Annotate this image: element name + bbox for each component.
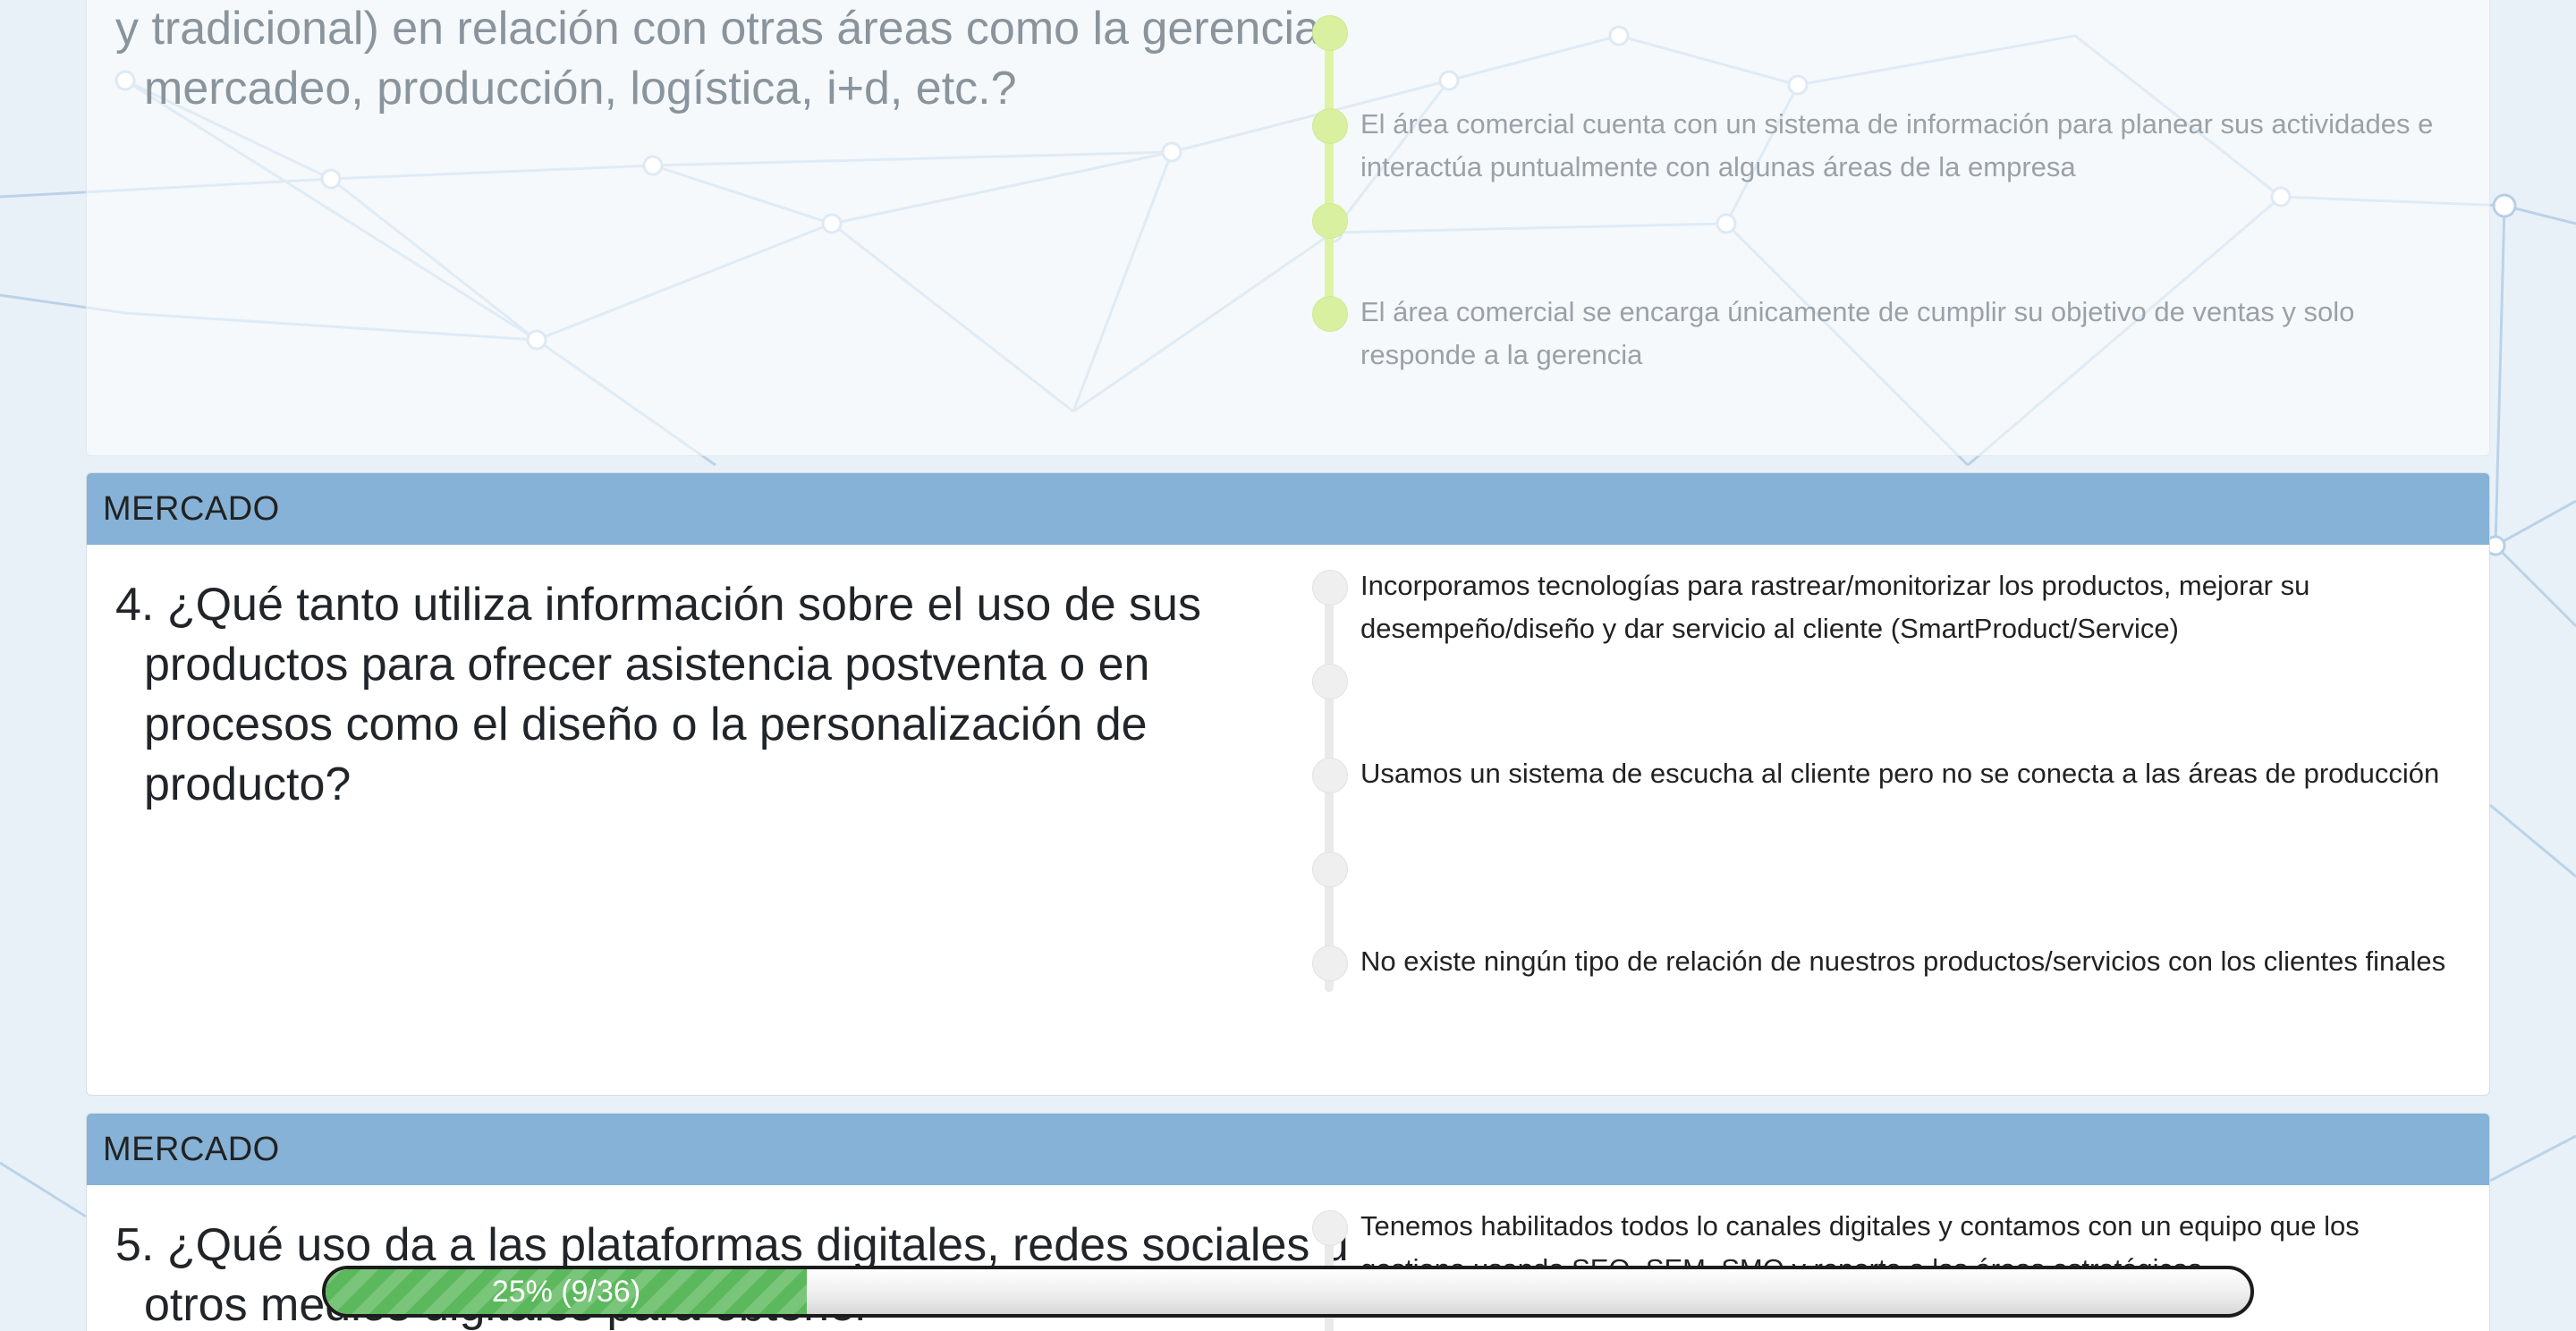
option-knob-selected[interactable] bbox=[1312, 203, 1348, 239]
option-knob[interactable] bbox=[1312, 945, 1348, 981]
option-label[interactable]: Usamos un sistema de escucha al cliente … bbox=[1360, 752, 2452, 795]
option-knob[interactable] bbox=[1312, 15, 1348, 51]
answer-options: El área comercial cuenta con un sistema … bbox=[1312, 0, 2475, 455]
question-text: y tradicional) en relación con otras áre… bbox=[115, 3, 1334, 114]
option-label[interactable]: No existe ningún tipo de relación de nue… bbox=[1360, 940, 2452, 983]
question-text: 4. ¿Qué tanto utiliza información sobre … bbox=[115, 579, 1201, 810]
option-knob[interactable] bbox=[1312, 664, 1348, 699]
option-knob[interactable] bbox=[1312, 570, 1348, 606]
option-label[interactable]: El área comercial cuenta con un sistema … bbox=[1360, 103, 2452, 189]
progress-bar: 25% (9/36) bbox=[322, 1266, 2254, 1318]
question-card-previous: y tradicional) en relación con otras áre… bbox=[86, 0, 2490, 456]
question-card-4: MERCADO 4. ¿Qué tanto utiliza informació… bbox=[86, 472, 2490, 1096]
option-knob[interactable] bbox=[1312, 108, 1348, 144]
progress-label: 25% (9/36) bbox=[491, 1275, 641, 1309]
option-knob[interactable] bbox=[1312, 758, 1348, 793]
answer-options: Incorporamos tecnologías para rastrear/m… bbox=[1312, 473, 2475, 1095]
option-knob[interactable] bbox=[1312, 296, 1348, 332]
selected-rail bbox=[1325, 19, 1334, 323]
option-label[interactable]: El área comercial se encarga únicamente … bbox=[1360, 291, 2452, 377]
option-knob[interactable] bbox=[1312, 852, 1348, 887]
option-label[interactable]: Incorporamos tecnologías para rastrear/m… bbox=[1360, 564, 2452, 650]
option-knob[interactable] bbox=[1312, 1210, 1348, 1246]
